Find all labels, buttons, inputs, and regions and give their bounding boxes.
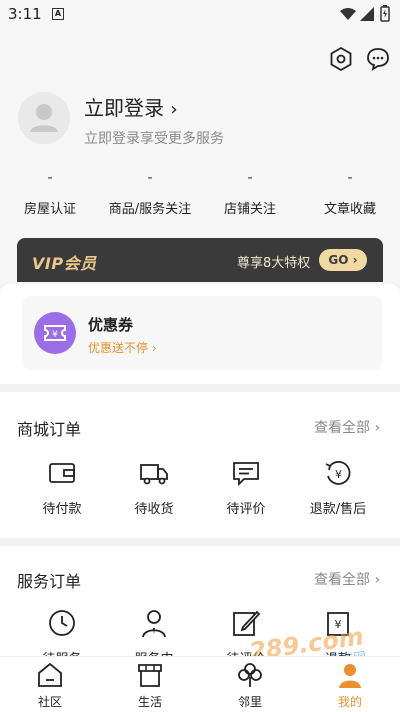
message-icon[interactable] [365,46,391,72]
stat-follow-shops[interactable]: - 店铺关注 [200,170,300,217]
tab-neighbors[interactable]: 邻里 [200,661,300,710]
avatar[interactable] [18,92,70,144]
order-pending-review[interactable]: 待评价 [196,458,296,517]
mall-orders-view-all[interactable]: 查看全部 › [314,417,380,437]
coupon-title: 优惠券 [88,316,134,334]
tab-life[interactable]: 生活 [100,661,200,710]
login-subtitle: 立即登录享受更多服务 [84,131,224,147]
mall-orders-section: 商城订单 查看全部 › 待付款 待收货 待评价 ¥ 退款/售后 [0,392,400,538]
worker-icon [142,610,166,638]
stat-label: 店铺关注 [223,202,276,217]
tab-label: 我的 [337,695,362,709]
service-orders-title: 服务订单 [17,572,82,591]
order-item-label: 待付款 [42,502,82,517]
stat-label: 文章收藏 [323,202,376,217]
app-notification-icon: A [52,8,64,20]
vip-go-button[interactable]: GO › [319,249,367,271]
default-avatar-icon [30,104,58,132]
tab-label: 邻里 [237,695,262,709]
wifi-icon [340,8,356,20]
comment-icon [233,462,259,487]
clock-icon [49,610,75,636]
order-pending-receipt[interactable]: 待收货 [104,458,204,517]
coupon-subtitle: 优惠送不停 › [88,341,157,355]
tab-mine[interactable]: 我的 [300,661,400,710]
battery-icon [380,5,390,22]
svg-text:¥: ¥ [52,330,58,340]
vip-logo: VIP会员 [32,254,97,273]
order-item-label: 待评价 [226,502,266,517]
edit-icon [233,610,261,636]
stat-label: 商品/服务关注 [108,202,192,217]
home-icon [38,662,62,687]
mall-orders-title: 商城订单 [17,420,82,439]
person-icon [339,664,361,688]
stat-follow-goods[interactable]: - 商品/服务关注 [100,170,200,217]
store-icon [138,664,162,687]
signal-icon [360,7,374,21]
wallet-icon [49,463,75,483]
vip-banner[interactable]: VIP会员 尊享8大特权 GO › [17,238,383,282]
svg-text:¥: ¥ [335,468,342,481]
vip-go-label: GO [328,253,349,267]
settings-icon[interactable] [328,46,354,72]
tab-community[interactable]: 社区 [0,661,100,710]
order-item-label: 退款/售后 [309,502,367,517]
service-orders-view-all[interactable]: 查看全部 › [314,569,380,589]
stat-value: - [347,170,353,186]
refund-icon: ¥ [325,461,351,485]
stat-article-fav[interactable]: - 文章收藏 [300,170,400,217]
clover-icon [238,663,262,687]
login-link[interactable]: 立即登录 › [84,92,178,121]
tab-label: 生活 [137,695,162,709]
chevron-right-icon: › [170,99,178,120]
vip-privilege: 尊享8大特权 [237,256,311,271]
bottom-tab-bar: 社区 生活 邻里 我的 [0,656,400,712]
login-title: 立即登录 [84,96,164,120]
truck-icon [140,464,168,485]
status-bar: 3:11 A [0,0,400,30]
order-pending-payment[interactable]: 待付款 [12,458,112,517]
order-item-label: 待收货 [134,502,174,517]
stat-house-cert[interactable]: - 房屋认证 [0,170,100,217]
stat-value: - [147,170,153,186]
status-time: 3:11 [8,5,42,23]
tab-label: 社区 [37,695,62,709]
coupon-icon: ¥ [34,312,76,354]
stat-value: - [47,170,53,186]
stat-value: - [247,170,253,186]
coupon-card[interactable]: ¥ 优惠券 优惠送不停 › [22,296,382,370]
stat-label: 房屋认证 [23,202,76,217]
order-refund[interactable]: ¥ 退款/售后 [288,458,388,517]
